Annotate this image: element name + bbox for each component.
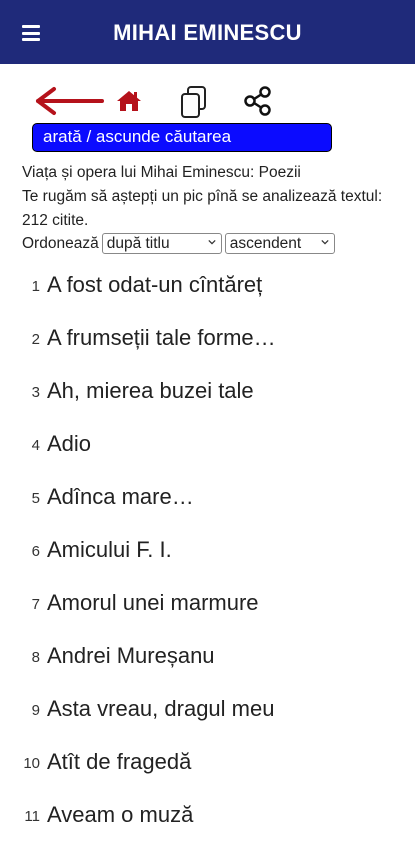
poem-title-link[interactable]: Amorul unei marmure xyxy=(47,590,259,616)
poem-number: 2 xyxy=(31,331,40,348)
sort-order-value: ascendent xyxy=(229,235,302,252)
poem-title-link[interactable]: Ah, mierea buzei tale xyxy=(47,378,254,404)
toggle-search-button[interactable]: arată / ascunde căutarea xyxy=(32,123,332,152)
poem-title-link[interactable]: Amicului F. I. xyxy=(47,537,172,563)
poem-number: 3 xyxy=(31,384,40,401)
poem-list-item[interactable]: 7 Amorul unei marmure xyxy=(0,576,415,629)
poem-list-item[interactable]: 5 Adînca mare… xyxy=(0,470,415,523)
poem-number: 1 xyxy=(31,278,40,295)
back-arrow-icon[interactable] xyxy=(34,86,104,116)
poem-title-link[interactable]: Andrei Mureșanu xyxy=(47,643,215,669)
info-line-2: Te rugăm să aștepți un pic pînă se anali… xyxy=(22,188,383,229)
poem-title-link[interactable]: Asta vreau, dragul meu xyxy=(47,696,274,722)
poem-title-link[interactable]: Adio xyxy=(47,431,91,457)
poem-list-item[interactable]: 3 Ah, mierea buzei tale xyxy=(0,364,415,417)
poem-title-link[interactable]: Aveam o muză xyxy=(47,802,193,828)
poem-number: 11 xyxy=(24,808,40,825)
poem-number: 9 xyxy=(31,702,40,719)
copy-icon[interactable] xyxy=(180,85,208,119)
poem-list-item[interactable]: 4 Adio xyxy=(0,417,415,470)
poem-number: 5 xyxy=(31,490,40,507)
poem-list: 1 A fost odat-un cîntăreț 2 A frumseții tal… xyxy=(0,258,415,841)
poem-number: 10 xyxy=(23,755,40,772)
poem-list-item[interactable]: 1 A fost odat-un cîntăreț xyxy=(0,258,415,311)
poem-list-item[interactable]: 9 Asta vreau, dragul meu xyxy=(0,682,415,735)
app-title: MIHAI EMINESCU xyxy=(113,20,302,45)
info-line-1: Viața și opera lui Mihai Eminescu: Poezi… xyxy=(22,164,301,181)
poem-title-link[interactable]: A frumseții tale forme… xyxy=(47,325,276,351)
chevron-down-icon xyxy=(208,239,216,245)
poem-title-link[interactable]: Atît de fragedă xyxy=(47,749,191,775)
poem-list-item[interactable]: 8 Andrei Mureșanu xyxy=(0,629,415,682)
chevron-down-icon xyxy=(321,239,329,245)
poem-number: 6 xyxy=(31,543,40,560)
home-icon[interactable] xyxy=(116,89,142,113)
toolbar xyxy=(0,82,415,122)
poem-number: 8 xyxy=(31,649,40,666)
sort-by-select[interactable]: după titlu xyxy=(101,233,222,254)
poem-list-item[interactable]: 10 Atît de fragedă xyxy=(0,735,415,788)
sort-row: Ordonează după titlu ascendent xyxy=(22,233,335,254)
sort-order-select[interactable]: ascendent xyxy=(224,233,335,254)
poem-number: 7 xyxy=(31,596,40,613)
sort-by-value: după titlu xyxy=(106,235,170,252)
poem-list-item[interactable]: 2 A frumseții tale forme… xyxy=(0,311,415,364)
app-header: MIHAI EMINESCU xyxy=(0,0,415,64)
sort-label: Ordonează xyxy=(22,234,99,252)
poem-number: 4 xyxy=(31,437,40,454)
share-icon[interactable] xyxy=(243,86,273,116)
poem-title-link[interactable]: Adînca mare… xyxy=(47,484,194,510)
poem-list-item[interactable]: 11 Aveam o muză xyxy=(0,788,415,841)
info-text: Viața și opera lui Mihai Eminescu: Poezi… xyxy=(22,161,402,233)
poem-list-item[interactable]: 6 Amicului F. I. xyxy=(0,523,415,576)
poem-title-link[interactable]: A fost odat-un cîntăreț xyxy=(47,272,262,298)
